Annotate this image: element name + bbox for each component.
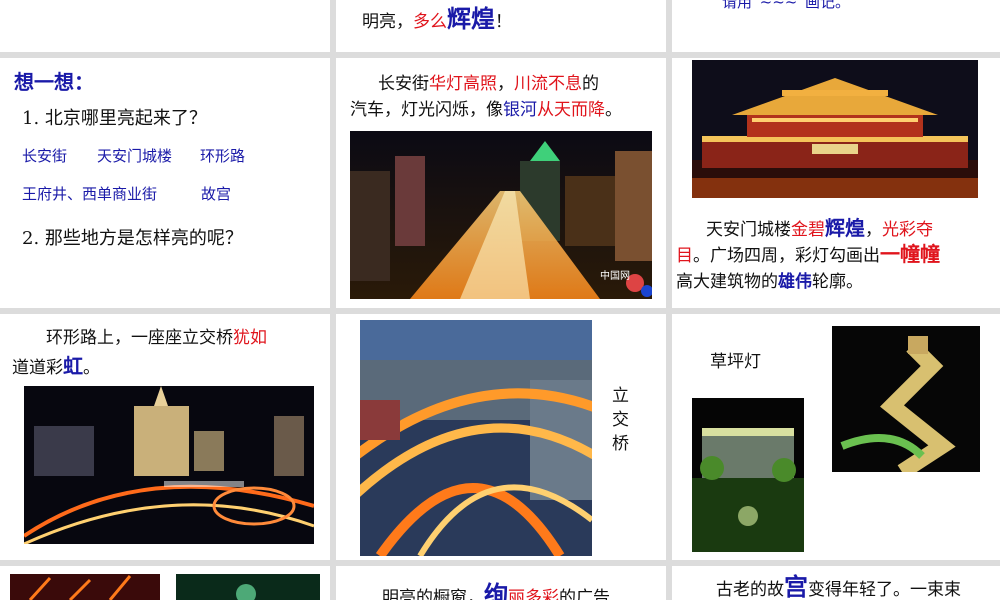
fireworks-photo [10,574,160,600]
slide-bottom-right: 古老的故宫变得年轻了。一束束 [672,566,1000,600]
slide-text: 请用“~~~”画记。 [722,0,851,11]
slide-think: 想一想： 1. 北京哪里亮起来了？ 长安街 天安门城楼 环形路 王府井、西单商业街故… [0,58,330,308]
slide-text-line-3: 高大建筑物的雄伟轮廓。 [676,272,863,292]
slide-text: 明亮的橱窗，绚丽多彩的广告 [382,580,610,600]
slide-bottom-left [0,566,330,600]
question-2: 2. 那些地方是怎样亮的呢？ [22,228,243,249]
slide-text-line-2: 道道彩虹。 [12,354,100,378]
slide-ring-road: 环形路上，一座座立交桥犹如 道道彩虹。 [0,314,330,560]
tiananmen-photo [692,60,978,198]
watermark: 中国网 [600,271,630,282]
slide-lawn-lights: 草坪灯 [672,314,1000,560]
question-1: 1. 北京哪里亮起来了？ [22,108,207,129]
slide-changan: 长安街华灯高照，川流不息的 汽车，灯光闪烁，像银河从天而降。 中国网 [336,58,666,308]
lawn-light-photo [692,398,804,552]
slide-text-line-1: 环形路上，一座座立交桥犹如 [46,328,267,348]
slide-title: 想一想： [14,70,94,94]
vertical-label: 立交桥 [612,386,629,454]
night-scene-photo [176,574,320,600]
slide-top-right: 请用“~~~”画记。 [672,0,1000,52]
slide-label: 草坪灯 [710,352,761,372]
slide-text-line-2: 目。广场四周，彩灯勾画出一幢幢 [676,242,940,266]
answer-line-2: 王府井、西单商业街 故宫 [22,185,232,203]
slide-top-middle: 明亮，多么辉煌！ [336,0,666,52]
slide-top-left [0,0,330,52]
great-wall-night-photo [832,326,980,472]
ring-road-night-photo [24,386,314,544]
slide-text-line-1: 长安街华灯高照，川流不息的 [378,74,599,94]
interchange-photo [360,320,592,556]
slide-bottom-middle: 明亮的橱窗，绚丽多彩的广告 [336,566,666,600]
slide-text: 古老的故宫变得年轻了。一束束 [716,572,961,600]
slide-text-line-2: 汽车，灯光闪烁，像银河从天而降。 [350,100,622,120]
slide-text: 明亮，多么辉煌！ [362,4,512,33]
slide-tiananmen: 天安门城楼金碧辉煌，光彩夺 目。广场四周，彩灯勾画出一幢幢 高大建筑物的雄伟轮廓… [672,58,1000,308]
slide-interchange: 立交桥 [336,314,666,560]
answer-line-1: 长安街 天安门城楼 环形路 [22,147,246,165]
changan-night-photo: 中国网 [350,131,652,299]
